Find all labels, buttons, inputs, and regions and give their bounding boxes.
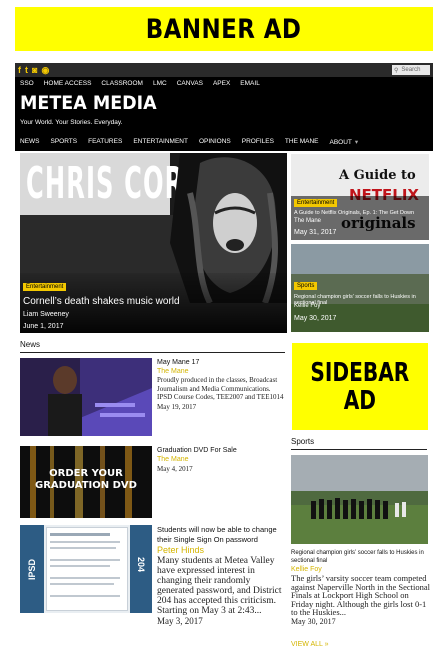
main-nav: NEWS SPORTS FEATURES ENTERTAINMENT OPINI… [20, 138, 358, 146]
district-thumb-label: 204 [136, 557, 146, 573]
news-item-excerpt: Proudly produced in the classes, Broadca… [157, 376, 284, 401]
top-nav-classroom[interactable]: CLASSROOM [101, 80, 143, 87]
nav-about[interactable]: ABOUT ▾ [330, 138, 359, 146]
sidebar-ad-label: SIDEBAR AD [304, 359, 416, 415]
side-story-date: May 30, 2017 [294, 315, 337, 322]
news-item-date: May 19, 2017 [157, 402, 197, 411]
nav-entertainment[interactable]: ENTERTAINMENT [133, 138, 188, 146]
news-item-author[interactable]: The Mane [157, 455, 287, 464]
site-header: f t ◙ ◉ ⚲ Search SSO HOME ACCESS CLASSRO… [15, 63, 433, 151]
news-item[interactable]: ORDER YOUR GRADUATION DVD Graduation DVD… [20, 446, 285, 518]
twitter-icon[interactable]: t [25, 65, 28, 75]
sports-story-date: May 30, 2017 [291, 616, 336, 626]
sports-section-title: Sports [291, 437, 427, 450]
top-nav-apex[interactable]: APEX [213, 80, 230, 87]
banner-ad[interactable]: BANNER AD [15, 7, 433, 51]
site-title[interactable]: METEA MEDIA [20, 92, 157, 114]
side-story-author[interactable]: The Mane [294, 218, 321, 224]
news-section-title: News [20, 340, 285, 353]
hero-author[interactable]: Liam Sweeney [23, 311, 69, 318]
sports-story-excerpt: The girls’ varsity soccer team competed … [291, 573, 431, 617]
news-item-author[interactable]: The Mane [157, 367, 287, 376]
search-placeholder: Search [401, 67, 421, 73]
sports-thumbnail[interactable] [291, 455, 428, 544]
rss-icon[interactable]: ◉ [41, 65, 49, 75]
nav-about-label: ABOUT [329, 139, 352, 146]
view-all-link[interactable]: VIEW ALL » [291, 641, 328, 648]
news-item[interactable]: IPSD 204 Students will now be able to ch… [20, 525, 285, 626]
sports-story-title[interactable]: Regional champion girls’ soccer falls to… [291, 549, 431, 565]
social-links: f t ◙ ◉ [18, 65, 49, 75]
search-icon: ⚲ [394, 67, 399, 74]
top-nav-sso[interactable]: SSO [20, 80, 34, 87]
side-story-date: May 31, 2017 [294, 229, 337, 236]
news-thumbnail-ipsd[interactable]: IPSD 204 [20, 525, 152, 613]
news-item-info: Students will now be able to change thei… [157, 525, 287, 627]
hero-category-badge[interactable]: Entertainment [23, 283, 67, 291]
news-item-info: May Mane 17 The Mane Proudly produced in… [157, 358, 287, 412]
nav-opinions[interactable]: OPINIONS [199, 138, 231, 146]
netflix-art-line1: A Guide to [339, 168, 416, 183]
top-nav-canvas[interactable]: CANVAS [177, 80, 203, 87]
hero-headline[interactable]: Cornell’s death shakes music world [23, 296, 180, 307]
soccer-photo-sky [291, 244, 429, 274]
dvd-thumb-line1: ORDER YOUR [49, 468, 123, 479]
side-story-soccer[interactable]: Sports Regional champion girls’ soccer f… [291, 244, 429, 332]
nav-sports[interactable]: SPORTS [51, 138, 78, 146]
news-item[interactable]: May Mane 17 The Mane Proudly produced in… [20, 358, 285, 436]
nav-profiles[interactable]: PROFILES [242, 138, 274, 146]
news-item-title[interactable]: Graduation DVD For Sale [157, 446, 287, 455]
utility-bar: f t ◙ ◉ ⚲ Search [15, 63, 433, 77]
site-tagline: Your World. Your Stories. Everyday. [20, 119, 123, 126]
news-item-title[interactable]: May Mane 17 [157, 358, 287, 367]
top-nav-email[interactable]: EMAIL [240, 80, 260, 87]
nav-features[interactable]: FEATURES [88, 138, 122, 146]
news-item-date: May 3, 2017 [157, 616, 203, 626]
side-story-headline[interactable]: A Guide to Netflix Originals, Ep. 1: The… [294, 210, 426, 216]
news-item-author[interactable]: Peter Hinds [157, 545, 287, 556]
news-thumbnail-dvd[interactable]: ORDER YOUR GRADUATION DVD [20, 446, 152, 518]
side-story-netflix[interactable]: A Guide to NETFLIX originals Entertainme… [291, 154, 429, 240]
side-story-category-badge[interactable]: Sports [294, 282, 318, 290]
dvd-thumb-line2: GRADUATION DVD [35, 480, 137, 491]
news-item-info: Graduation DVD For Sale The Mane May 4, … [157, 446, 287, 474]
ipsd-thumb-label: IPSD [27, 558, 37, 580]
side-story-category-badge[interactable]: Entertainment [294, 199, 338, 207]
search-input[interactable]: ⚲ Search [392, 65, 430, 75]
top-nav: SSO HOME ACCESS CLASSROOM LMC CANVAS APE… [20, 80, 260, 87]
sports-story-info: Regional champion girls’ soccer falls to… [291, 549, 431, 627]
sidebar-ad-line2: AD [343, 385, 377, 416]
news-thumbnail-mane[interactable] [20, 358, 152, 436]
hero-date: June 1, 2017 [23, 323, 64, 330]
nav-the-mane[interactable]: THE MANE [285, 138, 319, 146]
news-item-title[interactable]: Students will now be able to change thei… [157, 525, 287, 545]
news-item-date: May 4, 2017 [157, 465, 193, 473]
news-item-excerpt: Many students at Metea Valley have expre… [157, 556, 282, 616]
top-nav-lmc[interactable]: LMC [153, 80, 167, 87]
banner-ad-label: BANNER AD [146, 13, 302, 45]
nav-news[interactable]: NEWS [20, 138, 40, 146]
side-story-author[interactable]: Kellie Foy [294, 303, 320, 309]
sidebar-ad[interactable]: SIDEBAR AD [292, 343, 428, 430]
top-nav-home-access[interactable]: HOME ACCESS [44, 80, 92, 87]
facebook-icon[interactable]: f [18, 65, 21, 75]
hero-story[interactable]: CHRIS CORNELL Entertainment Cornell’s de… [20, 153, 287, 333]
chevron-down-icon: ▾ [354, 139, 359, 146]
instagram-icon[interactable]: ◙ [32, 65, 37, 75]
sidebar-ad-line1: SIDEBAR [310, 357, 410, 388]
